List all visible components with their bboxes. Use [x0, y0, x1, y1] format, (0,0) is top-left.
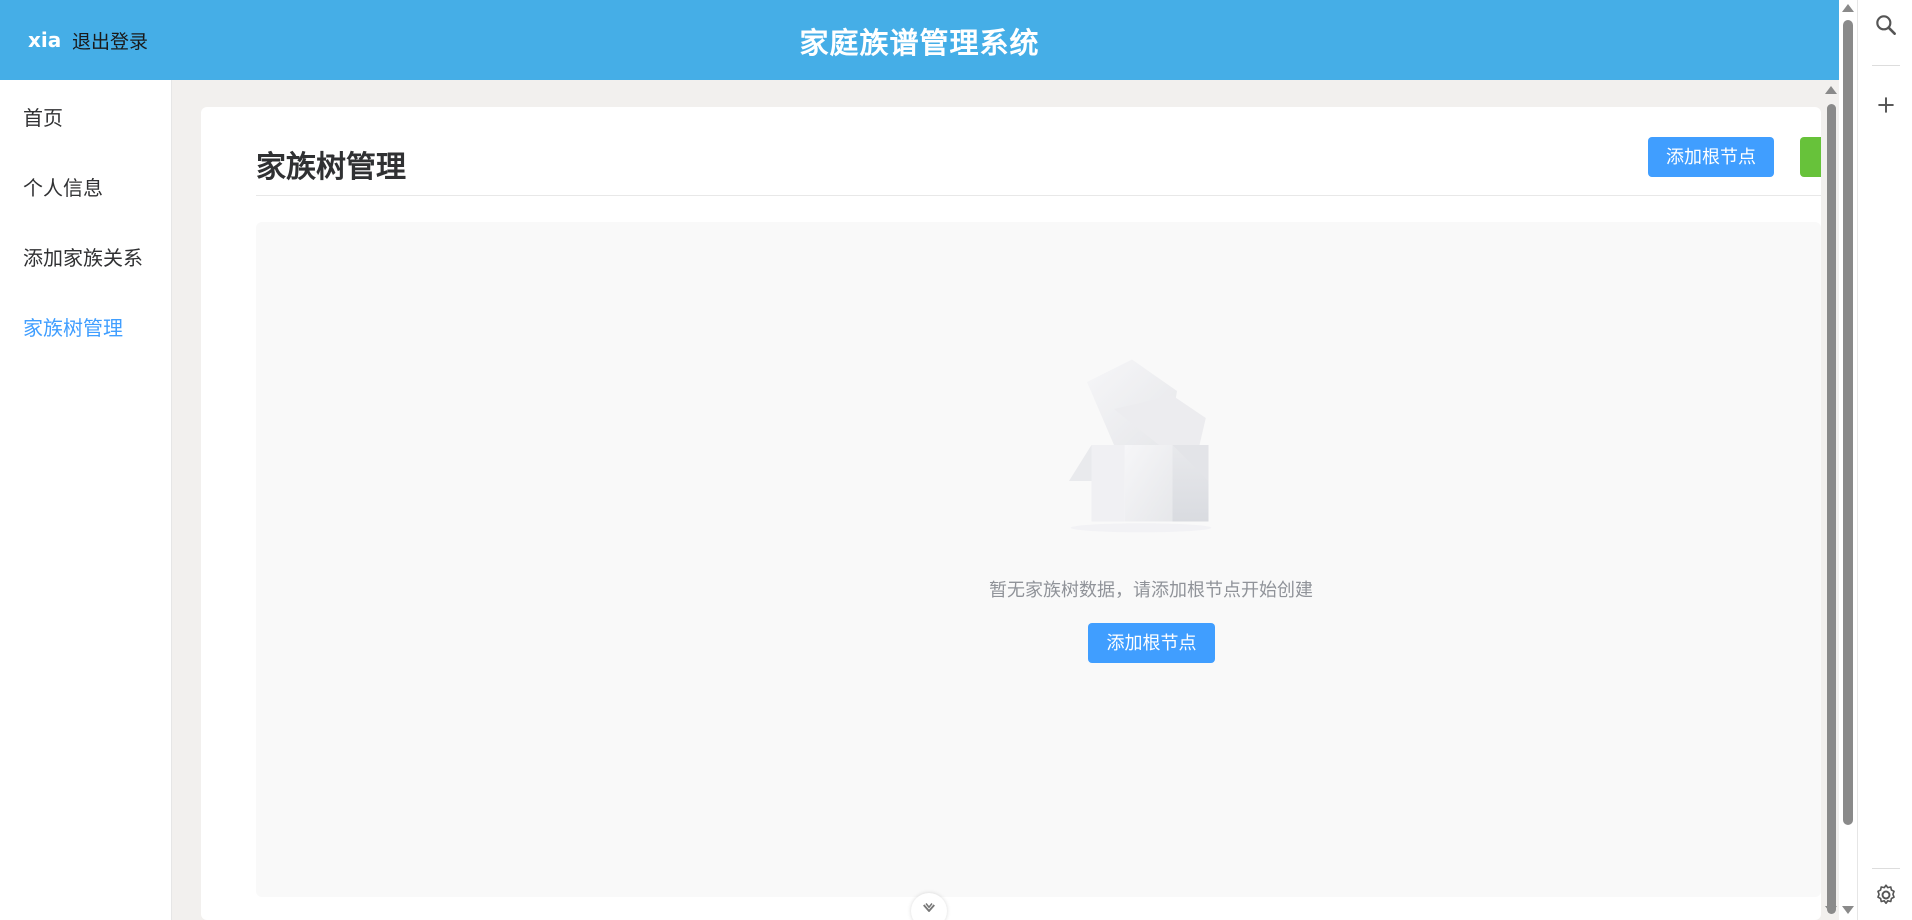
window-scroll-down-icon[interactable] [1842, 906, 1854, 914]
sidebar-item-add-relation[interactable]: 添加家族关系 [23, 242, 143, 271]
plus-icon[interactable] [1873, 92, 1899, 118]
window-scroll-thumb[interactable] [1843, 20, 1853, 825]
divider [256, 195, 1821, 196]
content-scrollbar[interactable] [1824, 80, 1839, 920]
page-title: 家族树管理 [256, 150, 406, 185]
scroll-thumb[interactable] [1827, 104, 1836, 914]
scroll-up-arrow-icon[interactable] [1825, 86, 1837, 94]
sidebar: 首页 个人信息 添加家族关系 家族树管理 [0, 80, 172, 920]
panel-separator [1872, 868, 1900, 869]
empty-state-text: 暂无家族树数据，请添加根节点开始创建 [989, 580, 1313, 601]
sidebar-item-home[interactable]: 首页 [23, 102, 63, 131]
browser-side-panel [1857, 0, 1912, 920]
scroll-down-arrow-icon[interactable] [1825, 906, 1837, 914]
sidebar-item-family-tree[interactable]: 家族树管理 [23, 312, 123, 341]
app-header: xia 退出登录 家庭族谱管理系统 [0, 0, 1839, 80]
sidebar-item-profile[interactable]: 个人信息 [23, 172, 103, 201]
search-icon[interactable] [1873, 12, 1899, 38]
empty-add-root-button[interactable]: 添加根节点 [1088, 623, 1215, 663]
green-action-button[interactable] [1800, 137, 1821, 177]
empty-box-icon [1069, 359, 1212, 533]
empty-state-panel [256, 222, 1821, 897]
window-scrollbar[interactable] [1839, 0, 1857, 920]
content-card: 家族树管理 添加根节点 [201, 107, 1821, 920]
gear-icon[interactable] [1873, 882, 1899, 908]
add-root-button[interactable]: 添加根节点 [1648, 137, 1774, 177]
panel-separator [1872, 65, 1900, 66]
window-scroll-up-icon[interactable] [1842, 4, 1854, 12]
app-title: 家庭族谱管理系统 [799, 26, 1040, 60]
chevron-down-icon [923, 903, 935, 912]
